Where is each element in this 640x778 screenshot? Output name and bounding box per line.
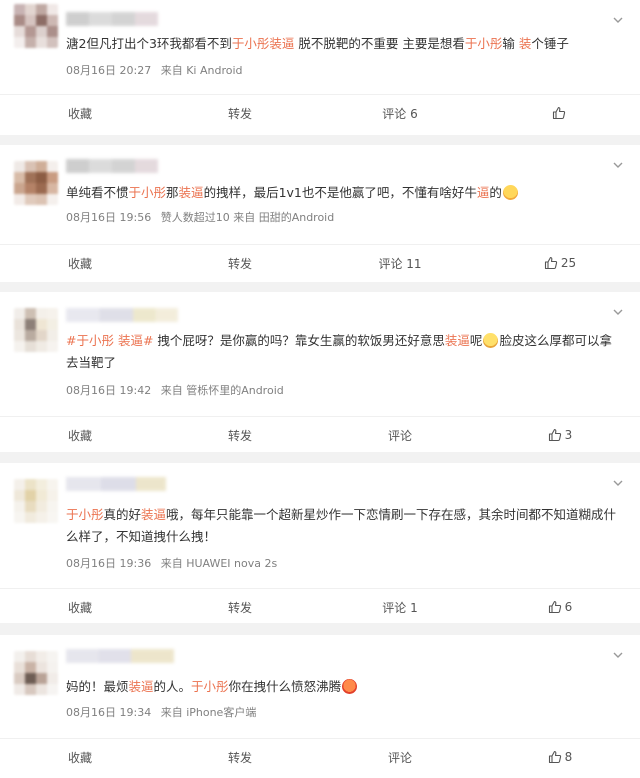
comment-text-run: 妈的！最烦 bbox=[66, 679, 129, 694]
favorite-button[interactable]: 收藏 bbox=[0, 589, 160, 625]
comment-button[interactable]: 评论 11 bbox=[320, 245, 480, 281]
comment-text: 单纯看不惯于小彤那装逼的拽样，最后1v1也不是他赢了吧，不懂有啥好牛逼的 bbox=[66, 182, 618, 204]
comment-card: 溏2但凡打出个3环我都看不到于小彤装逼 脱不脱靶的不重要 主要是想看于小彤输 装… bbox=[0, 0, 640, 135]
comment-meta: 08月16日 20:27 来自 Ki Android bbox=[66, 62, 249, 78]
like-button[interactable]: 25 bbox=[480, 245, 640, 281]
shocked-emoji bbox=[483, 333, 499, 348]
chevron-down-icon[interactable] bbox=[612, 159, 624, 171]
thumbs-up-icon bbox=[548, 428, 561, 442]
avatar[interactable] bbox=[14, 161, 58, 205]
like-button[interactable]: 6 bbox=[480, 589, 640, 625]
favorite-button[interactable]: 收藏 bbox=[0, 95, 160, 131]
avatar[interactable] bbox=[14, 651, 58, 695]
comment-text: 于小彤真的好装逼哦，每年只能靠一个超新星炒作一下恋情刷一下存在感，其余时间都不知… bbox=[66, 504, 618, 548]
comment-text-run: 你在拽什么愤怒沸腾 bbox=[228, 679, 342, 694]
comment-text-run: 脱不脱靶的不重要 主要是想看 bbox=[294, 36, 465, 51]
action-bar: 收藏 转发 评论 11 25 bbox=[0, 244, 640, 281]
comment-button[interactable]: 评论 6 bbox=[320, 95, 480, 131]
like-button[interactable]: 3 bbox=[480, 417, 640, 453]
avatar[interactable] bbox=[14, 479, 58, 523]
comment-text-run: 那 bbox=[166, 185, 179, 200]
repost-button[interactable]: 转发 bbox=[160, 245, 320, 281]
comment-text-run: 的 bbox=[489, 185, 502, 200]
username-blurred[interactable] bbox=[66, 12, 158, 26]
highlight-link[interactable]: #于小彤 装逼# bbox=[66, 333, 153, 348]
comment-text-run: 的拽样，最后1v1也不是他赢了吧，不懂有啥好牛 bbox=[203, 185, 477, 200]
comment-button[interactable]: 评论 1 bbox=[320, 589, 480, 625]
drool-emoji bbox=[502, 185, 518, 200]
repost-button[interactable]: 转发 bbox=[160, 417, 320, 453]
highlight-link[interactable]: 于小彤装逼 bbox=[232, 36, 295, 51]
highlight-link[interactable]: 于小彤 bbox=[66, 507, 104, 522]
comment-card: 于小彤真的好装逼哦，每年只能靠一个超新星炒作一下恋情刷一下存在感，其余时间都不知… bbox=[0, 463, 640, 623]
username-blurred[interactable] bbox=[66, 308, 178, 322]
avatar[interactable] bbox=[14, 308, 58, 352]
chevron-down-icon[interactable] bbox=[612, 306, 624, 318]
thumbs-up-icon bbox=[548, 600, 561, 614]
comment-date: 08月16日 20:27 bbox=[66, 64, 152, 77]
like-button[interactable] bbox=[480, 95, 640, 131]
comment-card: 妈的！最烦装逼的人。于小彤你在拽什么愤怒沸腾 08月16日 19:34 来自 i… bbox=[0, 635, 640, 778]
comment-date: 08月16日 19:56 bbox=[66, 211, 152, 224]
angry-emoji bbox=[342, 679, 358, 694]
username-blurred[interactable] bbox=[66, 649, 174, 663]
highlight-link[interactable]: 逼 bbox=[477, 185, 490, 200]
comment-text-run: 的人。 bbox=[153, 679, 192, 694]
comment-meta: 08月16日 19:56 赞人数超过10 来自 田甜的Android bbox=[66, 209, 340, 225]
thumbs-up-icon bbox=[544, 256, 557, 270]
comment-meta: 08月16日 19:36 来自 HUAWEI nova 2s bbox=[66, 555, 283, 571]
comment-meta: 08月16日 19:34 来自 iPhone客户端 bbox=[66, 704, 262, 720]
highlight-link[interactable]: 装逼 bbox=[141, 507, 166, 522]
comment-text-run: 呢 bbox=[469, 333, 483, 348]
repost-button[interactable]: 转发 bbox=[160, 589, 320, 625]
comment-date: 08月16日 19:42 bbox=[66, 384, 152, 397]
comment-text-run: 输 bbox=[502, 36, 519, 51]
avatar[interactable] bbox=[14, 4, 58, 48]
highlight-link[interactable]: 装逼 bbox=[179, 185, 204, 200]
comment-text-run: 单纯看不惯 bbox=[66, 185, 129, 200]
repost-button[interactable]: 转发 bbox=[160, 95, 320, 131]
comment-source: 来自 管栎怀里的Android bbox=[160, 384, 284, 397]
chevron-down-icon[interactable] bbox=[612, 649, 624, 661]
favorite-button[interactable]: 收藏 bbox=[0, 739, 160, 775]
comment-text: #于小彤 装逼# 拽个屁呀？是你赢的吗？靠女生赢的软饭男还好意思装逼呢 脸皮这么厚… bbox=[66, 330, 618, 374]
comment-text-run: 真的好 bbox=[103, 507, 142, 522]
comment-text: 溏2但凡打出个3环我都看不到于小彤装逼 脱不脱靶的不重要 主要是想看于小彤输 装… bbox=[66, 33, 618, 55]
action-bar: 收藏 转发 评论 6 bbox=[0, 94, 640, 131]
comment-text-run: 拽个屁呀？是你赢的吗？靠女生赢的软饭男还好意思 bbox=[153, 333, 445, 348]
comment-date: 08月16日 19:36 bbox=[66, 557, 152, 570]
highlight-link[interactable]: 于小彤 bbox=[129, 185, 167, 200]
comment-source: 来自 iPhone客户端 bbox=[160, 706, 257, 719]
comment-text-run: 个锤子 bbox=[531, 36, 569, 51]
thumbs-up-icon bbox=[548, 750, 561, 764]
highlight-link[interactable]: 装逼 bbox=[445, 333, 470, 348]
highlight-link[interactable]: 于小彤 bbox=[465, 36, 503, 51]
favorite-button[interactable]: 收藏 bbox=[0, 417, 160, 453]
favorite-button[interactable]: 收藏 bbox=[0, 245, 160, 281]
comment-button[interactable]: 评论 bbox=[320, 417, 480, 453]
comment-date: 08月16日 19:34 bbox=[66, 706, 152, 719]
username-blurred[interactable] bbox=[66, 477, 166, 491]
action-bar: 收藏 转发 评论 3 bbox=[0, 416, 640, 453]
comment-card: #于小彤 装逼# 拽个屁呀？是你赢的吗？靠女生赢的软饭男还好意思装逼呢 脸皮这么厚… bbox=[0, 292, 640, 452]
highlight-link[interactable]: 于小彤 bbox=[191, 679, 229, 694]
thumbs-up-icon bbox=[552, 106, 565, 120]
like-button[interactable]: 8 bbox=[480, 739, 640, 775]
action-bar: 收藏 转发 评论 8 bbox=[0, 738, 640, 775]
comment-card: 单纯看不惯于小彤那装逼的拽样，最后1v1也不是他赢了吧，不懂有啥好牛逼的 08月… bbox=[0, 145, 640, 282]
highlight-link[interactable]: 装 bbox=[519, 36, 532, 51]
chevron-down-icon[interactable] bbox=[612, 14, 624, 26]
chevron-down-icon[interactable] bbox=[612, 477, 624, 489]
username-blurred[interactable] bbox=[66, 159, 158, 173]
action-bar: 收藏 转发 评论 1 6 bbox=[0, 588, 640, 625]
comment-button[interactable]: 评论 bbox=[320, 739, 480, 775]
comment-text: 妈的！最烦装逼的人。于小彤你在拽什么愤怒沸腾 bbox=[66, 676, 618, 698]
comment-text-run: 溏2但凡打出个3环我都看不到 bbox=[66, 36, 232, 51]
repost-button[interactable]: 转发 bbox=[160, 739, 320, 775]
comment-source: 赞人数超过10 来自 田甜的Android bbox=[160, 211, 335, 224]
comment-source: 来自 HUAWEI nova 2s bbox=[160, 557, 278, 570]
comment-meta: 08月16日 19:42 来自 管栎怀里的Android bbox=[66, 382, 290, 398]
highlight-link[interactable]: 装逼 bbox=[129, 679, 154, 694]
comment-source: 来自 Ki Android bbox=[160, 64, 243, 77]
